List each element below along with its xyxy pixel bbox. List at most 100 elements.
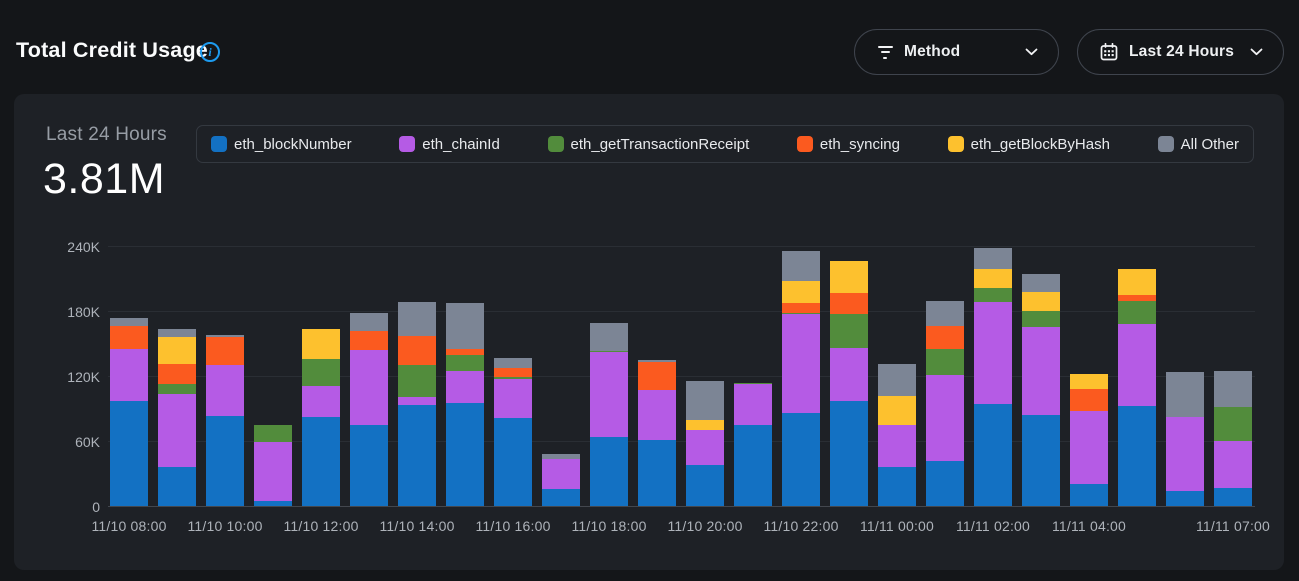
bar-11-10-19-00[interactable]: [638, 360, 676, 506]
bar-11-10-22-00[interactable]: [782, 251, 820, 506]
bar-segment[interactable]: [350, 425, 388, 506]
bar-segment[interactable]: [398, 302, 436, 336]
bar-segment[interactable]: [926, 375, 964, 461]
bar-segment[interactable]: [734, 384, 772, 425]
legend-item-5[interactable]: All Other: [1158, 136, 1239, 153]
bar-segment[interactable]: [1214, 441, 1252, 488]
bar-segment[interactable]: [254, 501, 292, 506]
bar-segment[interactable]: [782, 281, 820, 304]
info-icon[interactable]: i: [200, 42, 220, 62]
bar-11-10-09-00[interactable]: [158, 329, 196, 506]
bar-segment[interactable]: [878, 467, 916, 506]
bar-segment[interactable]: [878, 364, 916, 395]
bar-segment[interactable]: [734, 425, 772, 506]
bar-segment[interactable]: [350, 350, 388, 425]
bar-segment[interactable]: [830, 293, 868, 315]
bar-segment[interactable]: [494, 418, 532, 506]
bar-segment[interactable]: [782, 303, 820, 313]
bar-segment[interactable]: [446, 303, 484, 349]
method-filter-button[interactable]: Method: [854, 29, 1059, 75]
bar-11-10-10-00[interactable]: [206, 335, 244, 506]
bar-segment[interactable]: [1022, 292, 1060, 312]
bar-11-11-05-00[interactable]: [1118, 269, 1156, 506]
bar-segment[interactable]: [686, 420, 724, 430]
bar-segment[interactable]: [110, 326, 148, 349]
bar-segment[interactable]: [638, 362, 676, 390]
bar-segment[interactable]: [398, 397, 436, 406]
bar-segment[interactable]: [974, 248, 1012, 269]
bar-segment[interactable]: [446, 403, 484, 506]
bar-segment[interactable]: [782, 314, 820, 413]
bar-segment[interactable]: [638, 390, 676, 440]
bar-segment[interactable]: [974, 404, 1012, 506]
bar-11-10-20-00[interactable]: [686, 381, 724, 506]
bar-segment[interactable]: [878, 425, 916, 467]
bar-11-10-12-00[interactable]: [302, 329, 340, 506]
bar-segment[interactable]: [830, 401, 868, 506]
bar-segment[interactable]: [782, 413, 820, 506]
bar-segment[interactable]: [590, 352, 628, 437]
bar-segment[interactable]: [494, 379, 532, 418]
bar-segment[interactable]: [926, 326, 964, 349]
bar-segment[interactable]: [158, 337, 196, 364]
bar-11-10-23-00[interactable]: [830, 261, 868, 506]
legend-item-0[interactable]: eth_blockNumber: [211, 136, 352, 153]
bar-11-10-16-00[interactable]: [494, 358, 532, 506]
bar-segment[interactable]: [110, 349, 148, 401]
bar-segment[interactable]: [254, 425, 292, 442]
bar-segment[interactable]: [1118, 301, 1156, 324]
bar-segment[interactable]: [590, 437, 628, 506]
bar-segment[interactable]: [1070, 411, 1108, 485]
bar-segment[interactable]: [398, 336, 436, 365]
bar-segment[interactable]: [926, 461, 964, 507]
bar-11-10-15-00[interactable]: [446, 303, 484, 506]
bar-segment[interactable]: [302, 359, 340, 386]
bar-segment[interactable]: [110, 318, 148, 327]
time-range-button[interactable]: Last 24 Hours: [1077, 29, 1284, 75]
bar-segment[interactable]: [1022, 311, 1060, 327]
bar-segment[interactable]: [1166, 417, 1204, 491]
bar-segment[interactable]: [446, 371, 484, 404]
bar-11-11-04-00[interactable]: [1070, 374, 1108, 506]
bar-11-10-18-00[interactable]: [590, 323, 628, 506]
bar-segment[interactable]: [686, 465, 724, 506]
bar-segment[interactable]: [1166, 372, 1204, 418]
bar-11-10-11-00[interactable]: [254, 425, 292, 506]
bar-segment[interactable]: [206, 337, 244, 365]
bar-segment[interactable]: [686, 430, 724, 465]
bar-segment[interactable]: [1214, 488, 1252, 506]
bar-segment[interactable]: [590, 323, 628, 351]
bar-segment[interactable]: [1070, 389, 1108, 411]
bar-segment[interactable]: [542, 489, 580, 506]
bar-segment[interactable]: [206, 365, 244, 416]
bar-segment[interactable]: [350, 313, 388, 330]
bar-segment[interactable]: [158, 384, 196, 395]
legend-item-2[interactable]: eth_getTransactionReceipt: [548, 136, 750, 153]
bar-segment[interactable]: [1022, 415, 1060, 506]
bar-segment[interactable]: [302, 417, 340, 506]
bar-11-10-13-00[interactable]: [350, 313, 388, 506]
bar-segment[interactable]: [1214, 407, 1252, 441]
bar-segment[interactable]: [1214, 371, 1252, 408]
bar-segment[interactable]: [1118, 324, 1156, 406]
bar-segment[interactable]: [1070, 484, 1108, 506]
bar-11-11-00-00[interactable]: [878, 364, 916, 506]
bar-segment[interactable]: [1166, 491, 1204, 506]
legend-item-1[interactable]: eth_chainId: [399, 136, 500, 153]
bar-segment[interactable]: [830, 314, 868, 348]
bar-11-10-08-00[interactable]: [110, 318, 148, 506]
bar-segment[interactable]: [254, 442, 292, 501]
bar-11-11-07-00[interactable]: [1214, 371, 1252, 506]
bar-segment[interactable]: [158, 467, 196, 506]
bar-segment[interactable]: [110, 401, 148, 506]
bar-11-11-03-00[interactable]: [1022, 274, 1060, 506]
bar-segment[interactable]: [302, 386, 340, 417]
bar-segment[interactable]: [782, 251, 820, 280]
bar-segment[interactable]: [974, 288, 1012, 302]
bar-segment[interactable]: [686, 381, 724, 420]
legend-item-4[interactable]: eth_getBlockByHash: [948, 136, 1110, 153]
bar-segment[interactable]: [974, 302, 1012, 404]
bar-11-10-14-00[interactable]: [398, 302, 436, 506]
legend-item-3[interactable]: eth_syncing: [797, 136, 900, 153]
bar-segment[interactable]: [158, 364, 196, 384]
